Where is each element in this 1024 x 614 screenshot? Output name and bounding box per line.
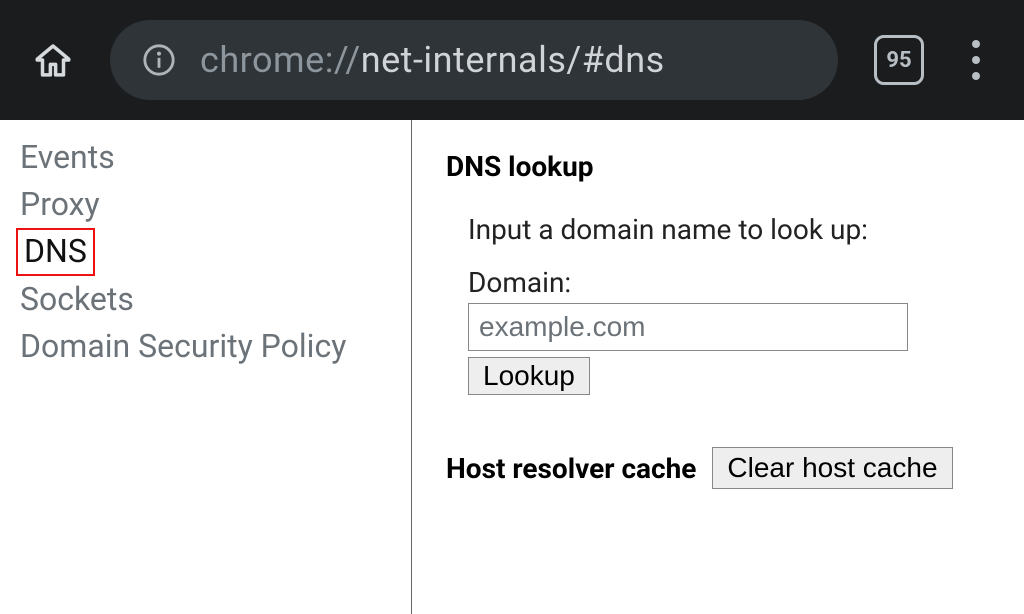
section-title-dns-lookup: DNS lookup — [446, 150, 996, 183]
sidebar-item-proxy[interactable]: Proxy — [16, 181, 104, 228]
tab-count: 95 — [886, 48, 911, 73]
lookup-button[interactable]: Lookup — [468, 357, 590, 395]
url-path: net-internals/#dns — [361, 39, 665, 81]
domain-input[interactable] — [468, 303, 908, 351]
sidebar: Events Proxy DNS Sockets Domain Security… — [0, 120, 412, 614]
omnibox[interactable]: chrome://net-internals/#dns — [110, 20, 838, 100]
overflow-menu-icon[interactable] — [960, 40, 992, 80]
sidebar-item-sockets[interactable]: Sockets — [16, 276, 138, 323]
clear-host-cache-button[interactable]: Clear host cache — [712, 447, 952, 489]
content-area: Events Proxy DNS Sockets Domain Security… — [0, 120, 1024, 614]
main-panel: DNS lookup Input a domain name to look u… — [412, 120, 1024, 614]
sidebar-item-events[interactable]: Events — [16, 134, 119, 181]
info-icon — [142, 43, 176, 77]
domain-label: Domain: — [468, 266, 996, 299]
tab-count-badge[interactable]: 95 — [874, 35, 924, 85]
url-text: chrome://net-internals/#dns — [200, 39, 665, 81]
lookup-prompt: Input a domain name to look up: — [468, 213, 996, 246]
browser-toolbar: chrome://net-internals/#dns 95 — [0, 0, 1024, 120]
home-icon[interactable] — [32, 39, 74, 81]
sidebar-item-domain-security-policy[interactable]: Domain Security Policy — [16, 323, 350, 370]
sidebar-item-dns[interactable]: DNS — [16, 228, 95, 275]
section-title-host-resolver-cache: Host resolver cache — [446, 452, 696, 485]
url-scheme: chrome:// — [200, 39, 361, 81]
